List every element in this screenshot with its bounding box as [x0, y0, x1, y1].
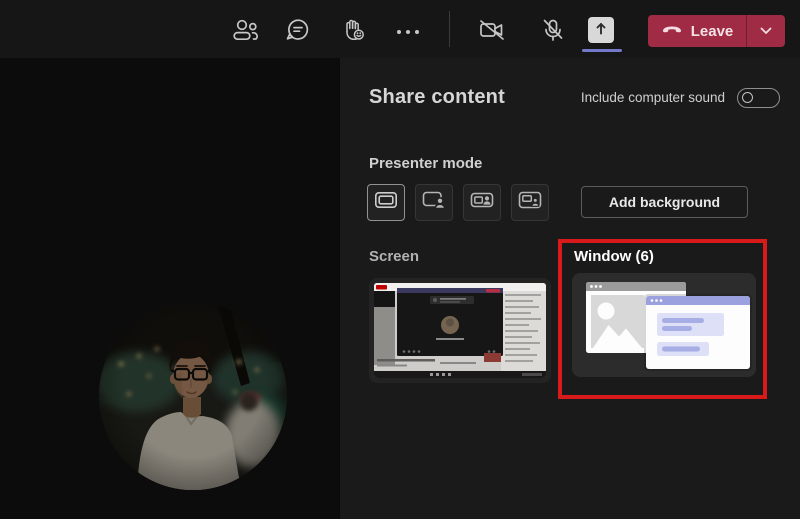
reactions-button[interactable] [337, 16, 369, 48]
more-options-button[interactable] [392, 16, 424, 48]
participants-icon [231, 18, 259, 47]
leave-button-label: Leave [690, 22, 734, 40]
participants-button[interactable] [229, 16, 261, 48]
mic-toggle-button[interactable] [537, 16, 569, 48]
share-active-indicator [582, 49, 622, 52]
teams-meeting-window: Leave Share content Include computer sou… [0, 0, 800, 519]
more-icon [395, 23, 421, 41]
leave-split-button: Leave [648, 15, 785, 47]
presenter-mode-label: Presenter mode [369, 155, 483, 172]
toggle-knob [742, 91, 753, 103]
presenter-mode-content-only[interactable] [367, 184, 405, 221]
computer-sound-toggle[interactable] [737, 87, 780, 108]
window-section-highlight: Window (6) [558, 239, 767, 399]
content-only-icon [374, 189, 398, 216]
window-share-thumbnail[interactable] [572, 273, 756, 377]
camera-off-icon [477, 18, 507, 47]
leave-button[interactable]: Leave [648, 15, 746, 47]
presenter-mode-side-by-side[interactable] [463, 184, 501, 221]
camera-toggle-button[interactable] [476, 16, 508, 48]
mic-off-icon [540, 17, 566, 48]
presenter-mode-options [367, 184, 549, 221]
hangup-icon [661, 22, 683, 40]
participant-avatar [99, 302, 287, 490]
panel-title: Share content [369, 86, 505, 108]
meeting-stage [0, 58, 339, 519]
chevron-down-icon [760, 22, 772, 40]
reporter-icon [518, 189, 542, 216]
presenter-mode-standout[interactable] [415, 184, 453, 221]
panel-header: Share content Include computer sound [369, 86, 780, 109]
leave-options-button[interactable] [747, 15, 785, 47]
window-section-label: Window (6) [574, 248, 654, 265]
reactions-icon [339, 17, 367, 48]
toolbar-divider [449, 11, 450, 47]
side-by-side-icon [470, 189, 494, 216]
presenter-mode-reporter[interactable] [511, 184, 549, 221]
share-content-panel: Share content Include computer sound Pre… [339, 58, 800, 519]
screen-section-label: Screen [369, 248, 420, 265]
chat-button[interactable] [282, 16, 314, 48]
screen-share-thumbnail[interactable] [369, 278, 551, 383]
add-background-button[interactable]: Add background [581, 186, 748, 218]
share-screen-icon [593, 20, 609, 41]
computer-sound-group: Include computer sound [580, 87, 780, 108]
standout-icon [422, 189, 446, 216]
chat-icon [284, 17, 312, 48]
computer-sound-label: Include computer sound [580, 90, 725, 105]
meeting-toolbar: Leave [0, 0, 800, 58]
share-content-button[interactable] [588, 17, 614, 43]
